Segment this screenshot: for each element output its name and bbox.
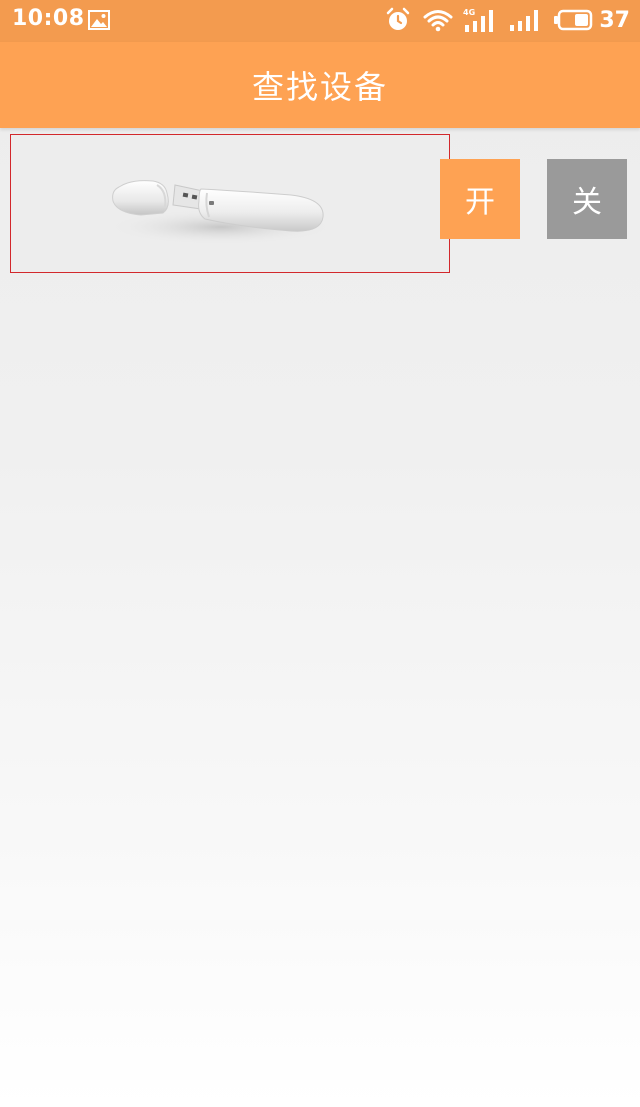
device-list-item[interactable]: [10, 134, 450, 273]
title-bar: 查找设备: [0, 42, 640, 128]
battery-level: 37: [599, 7, 630, 33]
page-title: 查找设备: [251, 68, 388, 106]
svg-text:4G: 4G: [463, 8, 475, 17]
status-icons: 4G 37: [385, 6, 630, 34]
battery-icon: [554, 9, 593, 31]
on-button[interactable]: 开: [440, 159, 520, 239]
usb-drive-icon: [106, 180, 336, 245]
image-icon: [88, 10, 110, 30]
alarm-icon: [387, 7, 410, 30]
off-button[interactable]: 关: [547, 159, 627, 239]
wifi-icon: [423, 10, 453, 32]
signal-4g-icon: 4G: [463, 8, 494, 32]
signal-icon: [510, 10, 539, 31]
status-time: 10:08: [12, 6, 85, 31]
status-bar: 10:08 4G 37: [0, 0, 640, 42]
